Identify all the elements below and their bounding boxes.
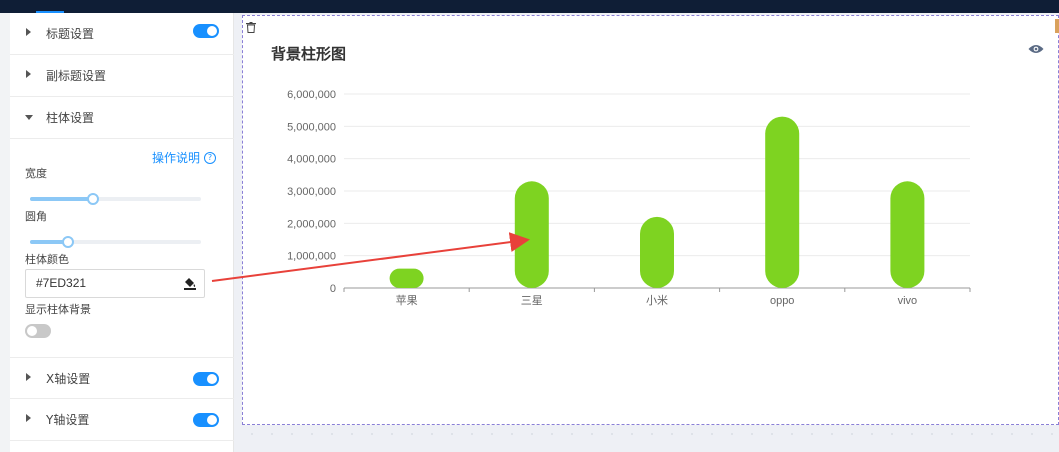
trash-icon[interactable] <box>246 22 256 33</box>
help-label: 操作说明 <box>152 151 201 165</box>
radius-label: 圆角 <box>25 210 47 223</box>
panel-strip <box>0 13 10 452</box>
top-bar <box>0 0 1059 13</box>
width-slider-fill <box>30 197 94 201</box>
settings-panel: 标题设置 副标题设置 柱体设置 操作说明 ? 宽度 圆角 柱体颜色 #7ED32… <box>10 13 234 452</box>
section-label: 柱体设置 <box>46 111 95 125</box>
section-label: X轴设置 <box>46 372 91 386</box>
section-xaxis-settings[interactable]: X轴设置 <box>10 357 234 399</box>
caret-right-icon <box>26 373 31 381</box>
title-toggle[interactable] <box>193 24 219 38</box>
question-circle-icon: ? <box>204 151 217 164</box>
resize-handle[interactable] <box>1055 19 1059 33</box>
bar-color-value: #7ED321 <box>36 276 87 290</box>
help-link[interactable]: 操作说明 ? <box>152 149 217 166</box>
width-slider-handle[interactable] <box>87 193 100 205</box>
caret-right-icon <box>26 414 31 422</box>
paint-bucket-icon[interactable] <box>183 276 197 290</box>
caret-right-icon <box>26 28 31 36</box>
yaxis-toggle[interactable] <box>193 413 219 427</box>
width-label: 宽度 <box>25 167 47 180</box>
radius-slider[interactable] <box>30 236 201 248</box>
section-label: 副标题设置 <box>46 69 107 83</box>
bar-color-input[interactable]: #7ED321 <box>25 269 205 298</box>
eye-icon[interactable] <box>1028 44 1044 54</box>
radius-slider-handle[interactable] <box>61 236 74 248</box>
section-subtitle-settings[interactable]: 副标题设置 <box>10 55 234 97</box>
chart-title: 背景柱形图 <box>271 45 347 63</box>
caret-right-icon <box>26 70 31 78</box>
show-bar-background-toggle[interactable] <box>25 324 51 338</box>
section-title-settings[interactable]: 标题设置 <box>10 13 234 55</box>
width-slider[interactable] <box>30 193 201 205</box>
section-label: Y轴设置 <box>46 413 90 427</box>
section-yaxis-settings[interactable]: Y轴设置 <box>10 399 234 441</box>
show-bar-background-label: 显示柱体背景 <box>25 303 91 316</box>
caret-down-icon <box>25 115 33 120</box>
canvas-grid-dots <box>242 430 1059 438</box>
chart-canvas[interactable] <box>242 15 1059 425</box>
bar-color-label: 柱体颜色 <box>25 253 69 266</box>
section-label: 标题设置 <box>46 27 95 41</box>
xaxis-toggle[interactable] <box>193 372 219 386</box>
section-bar-settings[interactable]: 柱体设置 <box>10 97 234 139</box>
